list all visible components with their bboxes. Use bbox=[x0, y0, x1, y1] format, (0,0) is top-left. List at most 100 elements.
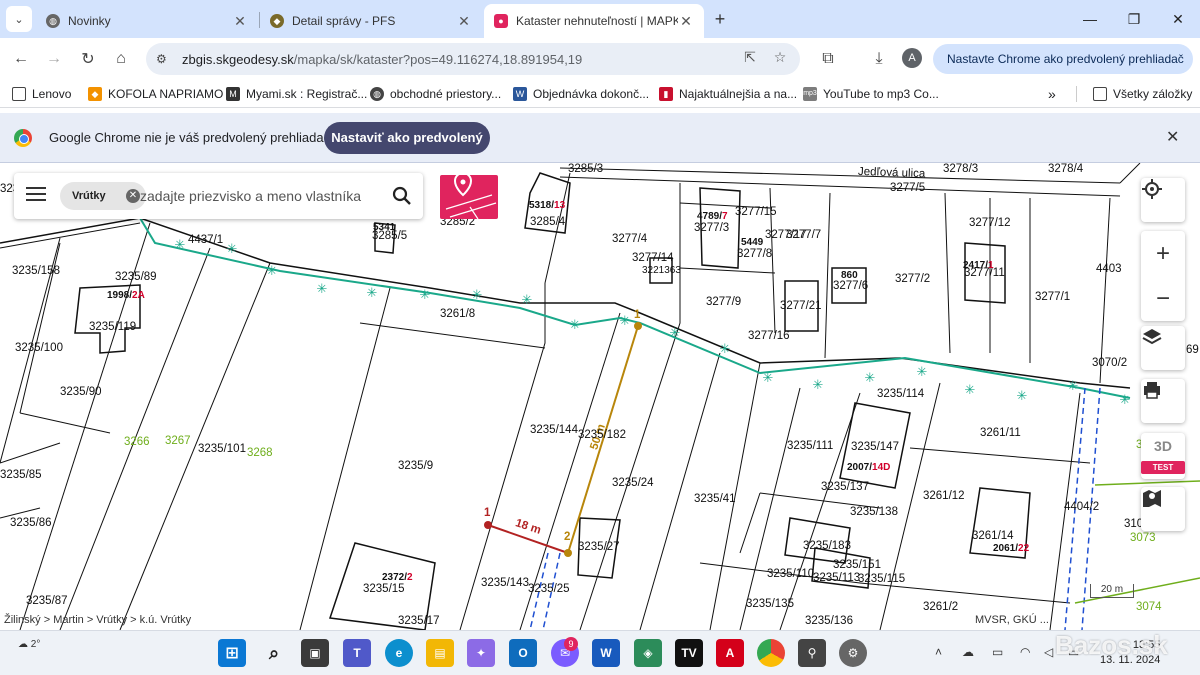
parcel-label: 3235/135 bbox=[746, 598, 794, 610]
all-bookmarks-button[interactable]: Všetky záložky bbox=[1093, 86, 1192, 102]
forward-arrow-icon[interactable]: → bbox=[41, 46, 67, 72]
parcel-label: 3277/5 bbox=[890, 182, 926, 194]
minimize-button[interactable]: — bbox=[1068, 0, 1112, 38]
parcel-label-green: 3266 bbox=[124, 436, 150, 448]
bookmark-star-icon[interactable]: ☆ bbox=[770, 49, 790, 69]
measure-tool-button[interactable] bbox=[1141, 487, 1185, 531]
owner-search-input[interactable] bbox=[140, 185, 380, 207]
parcel-label: 3235/86 bbox=[10, 517, 52, 529]
3d-view-button[interactable]: 3D TEST bbox=[1141, 433, 1185, 479]
bookmark-objednavka[interactable]: W Objednávka dokonč... bbox=[513, 86, 649, 102]
close-icon[interactable]: ✕ bbox=[456, 13, 472, 30]
url-path: /mapka/sk/kataster?pos=49.116274,18.8919… bbox=[293, 51, 583, 67]
wifi-icon[interactable]: ◠ bbox=[1020, 645, 1030, 659]
close-icon[interactable]: ✕ bbox=[1166, 127, 1179, 147]
parcel-label: 4437/1 bbox=[188, 234, 224, 246]
weather-widget[interactable]: ☁ 2° bbox=[18, 639, 40, 650]
parcel-label: 4404/2 bbox=[1064, 501, 1100, 513]
layers-button[interactable] bbox=[1141, 326, 1185, 370]
tradingview-icon[interactable]: TV bbox=[675, 639, 703, 667]
install-app-icon[interactable]: ⇱ bbox=[740, 49, 760, 69]
task-view-icon[interactable]: ▣ bbox=[301, 639, 329, 667]
back-arrow-icon[interactable]: ← bbox=[8, 46, 34, 72]
tab-title: Kataster nehnuteľností | MAPKA bbox=[516, 14, 678, 28]
profile-avatar[interactable]: A bbox=[902, 48, 922, 68]
set-default-browser-button[interactable]: Nastavte Chrome ako predvolený prehliada… bbox=[933, 44, 1193, 74]
acrobat-icon[interactable]: A bbox=[716, 639, 744, 667]
parcel-label: 3277/1 bbox=[1035, 291, 1071, 303]
locate-me-button[interactable] bbox=[1141, 178, 1185, 222]
svg-text:✳: ✳ bbox=[1120, 393, 1131, 408]
search-icon[interactable] bbox=[391, 185, 413, 207]
download-icon[interactable]: ⤓ bbox=[866, 46, 892, 72]
cloud-icon[interactable]: ☁ bbox=[962, 645, 974, 659]
close-icon[interactable]: ✕ bbox=[232, 13, 248, 30]
crest-icon: ◆ bbox=[270, 14, 284, 28]
building-number: 5449 bbox=[741, 237, 764, 248]
file-explorer-icon[interactable]: ▤ bbox=[426, 639, 454, 667]
chevron-up-icon[interactable]: ˄ bbox=[935, 645, 942, 659]
windows-start-icon[interactable]: ⊞ bbox=[218, 639, 246, 667]
location-filter-chip[interactable]: Vrútky ✕ bbox=[60, 182, 146, 210]
zoom-out-button[interactable]: − bbox=[1141, 276, 1185, 321]
svg-text:✳: ✳ bbox=[267, 264, 278, 279]
parcel-info-button[interactable] bbox=[440, 175, 498, 219]
bookmarks-overflow-button[interactable]: » bbox=[1048, 86, 1056, 102]
tab-novinky[interactable]: ◍ Novinky ✕ bbox=[36, 4, 258, 38]
measure-point-label: 2 bbox=[564, 531, 571, 543]
home-icon[interactable]: ⌂ bbox=[108, 46, 134, 72]
print-button[interactable] bbox=[1141, 379, 1185, 423]
maximize-button[interactable]: ❐ bbox=[1112, 0, 1156, 38]
set-default-button[interactable]: Nastaviť ako predvolený bbox=[324, 122, 490, 154]
copilot-icon[interactable]: ✦ bbox=[467, 639, 495, 667]
bookmark-label: obchodné priestory... bbox=[390, 87, 502, 101]
map-attribution[interactable]: MVSR, GKÚ ... bbox=[975, 614, 1049, 626]
bookmark-youtube-mp3[interactable]: mp3 YouTube to mp3 Co... bbox=[803, 86, 939, 102]
parcel-label: 3277/16 bbox=[748, 330, 790, 342]
bookmark-label: KOFOLA NAPRIAMO bbox=[108, 87, 224, 101]
svg-text:✳: ✳ bbox=[620, 314, 631, 329]
parcel-label: 3277/3 bbox=[694, 222, 730, 234]
parcel-label: 3277/14 bbox=[632, 252, 674, 264]
parcel-label: 3235/25 bbox=[528, 583, 570, 595]
close-window-button[interactable]: ✕ bbox=[1156, 0, 1200, 38]
bookmark-kofola[interactable]: ◆ KOFOLA NAPRIAMO bbox=[88, 86, 223, 102]
tab-title: Detail správy - PFS bbox=[292, 14, 396, 28]
tab-search-button[interactable]: ⌄ bbox=[6, 6, 32, 32]
extensions-icon[interactable]: ⧉ bbox=[815, 46, 841, 72]
chrome-icon[interactable] bbox=[757, 639, 785, 667]
address-bar[interactable]: ⚙ zbgis.skgeodesy.sk/mapka/sk/kataster?p… bbox=[146, 43, 800, 75]
clear-chip-icon[interactable]: ✕ bbox=[126, 189, 140, 203]
maps-icon[interactable]: ◈ bbox=[634, 639, 662, 667]
notification-badge: 9 bbox=[564, 637, 578, 651]
reload-icon[interactable]: ↻ bbox=[75, 46, 101, 72]
cadastral-map[interactable]: ✳ ✳ ✳ ✳ ✳ ✳ ✳ ✳ ✳ ✳ ✳ ✳ ✳ ✳ ✳ ✳ ✳ ✳ ✳ ✳ 1 18 m 2 50 m 1 bbox=[0, 163, 1200, 630]
outlook-icon[interactable]: O bbox=[509, 639, 537, 667]
bookmark-label: Myami.sk : Registrač... bbox=[246, 87, 368, 101]
bookmark-najaktualnejsia[interactable]: ▮ Najaktuálnejšia a na... bbox=[659, 86, 797, 102]
parcel-label: 3277/6 bbox=[833, 280, 869, 292]
tab-pfs[interactable]: ◆ Detail správy - PFS ✕ bbox=[260, 4, 482, 38]
zoom-in-button[interactable]: + bbox=[1141, 231, 1185, 276]
tab-kataster[interactable]: ● Kataster nehnuteľností | MAPKA ✕ bbox=[484, 4, 704, 38]
display-icon[interactable]: ▭ bbox=[992, 645, 1003, 659]
teams-icon[interactable]: T bbox=[343, 639, 371, 667]
bookmarks-divider bbox=[1076, 86, 1077, 102]
menu-icon[interactable] bbox=[26, 187, 46, 203]
new-tab-button[interactable]: + bbox=[709, 8, 731, 30]
settings-gear-icon[interactable]: ⚙ bbox=[839, 639, 867, 667]
edge-icon[interactable]: e bbox=[385, 639, 413, 667]
close-icon[interactable]: ✕ bbox=[678, 13, 694, 30]
site-info-icon[interactable]: ⚙ bbox=[156, 52, 176, 66]
remote-icon[interactable]: ⚲ bbox=[798, 639, 826, 667]
search-icon[interactable]: ⌕ bbox=[260, 639, 288, 667]
bookmark-folder-lenovo[interactable]: Lenovo bbox=[12, 86, 71, 102]
bookmark-priestory[interactable]: ◍ obchodné priestory... bbox=[370, 86, 501, 102]
bookmark-label: Všetky záložky bbox=[1113, 87, 1193, 101]
building-number: 860 bbox=[841, 270, 858, 281]
bazos-watermark: Bazos.sk bbox=[1055, 630, 1168, 660]
url-text[interactable]: zbgis.skgeodesy.sk/mapka/sk/kataster?pos… bbox=[182, 52, 582, 67]
bookmark-myami[interactable]: M Myami.sk : Registrač... bbox=[226, 86, 367, 102]
volume-icon[interactable]: ◁ bbox=[1044, 645, 1053, 659]
word-icon[interactable]: W bbox=[592, 639, 620, 667]
